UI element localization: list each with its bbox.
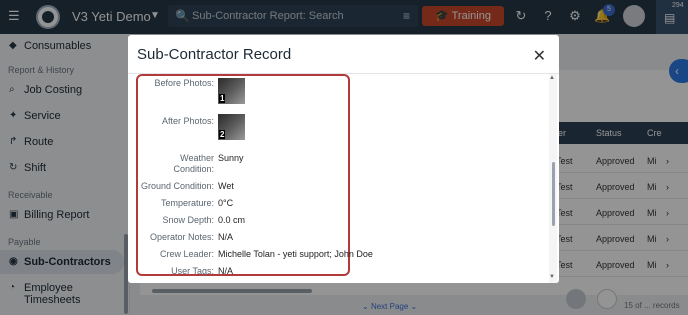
operator-notes-label: Operator Notes: bbox=[149, 232, 214, 242]
user-tags-label: User Tags: bbox=[171, 266, 214, 276]
before-photos-label: Before Photos: bbox=[154, 78, 214, 88]
scroll-up-icon[interactable]: ▲ bbox=[549, 75, 555, 81]
highlight-box: Before Photos: 1 After Photos: 2 Weather… bbox=[136, 74, 373, 276]
before-photo-thumbnail[interactable]: 1 bbox=[218, 78, 245, 104]
after-photo-thumbnail[interactable]: 2 bbox=[218, 114, 245, 140]
scroll-down-icon[interactable]: ▼ bbox=[549, 274, 555, 280]
ground-condition-label: Ground Condition: bbox=[140, 181, 214, 191]
photo-number: 1 bbox=[219, 94, 226, 103]
snow-depth-label: Snow Depth: bbox=[162, 215, 214, 225]
user-tags-value: N/A bbox=[218, 266, 234, 276]
crew-leader-value: Michelle Tolan - yeti support; John Doe bbox=[218, 249, 373, 259]
crew-leader-label: Crew Leader: bbox=[159, 249, 214, 259]
ground-condition-value: Wet bbox=[218, 181, 234, 191]
weather-condition-label: Weather Condition: bbox=[173, 153, 214, 174]
modal-title: Sub-Contractor Record bbox=[137, 46, 292, 63]
after-photos-label: After Photos: bbox=[161, 116, 214, 126]
photo-number: 2 bbox=[219, 130, 226, 139]
weather-condition-value: Sunny bbox=[218, 153, 244, 163]
close-icon[interactable]: ✕ bbox=[533, 46, 546, 66]
operator-notes-value: N/A bbox=[218, 232, 234, 242]
temperature-value: 0°C bbox=[218, 198, 234, 208]
modal-body: Before Photos: 1 After Photos: 2 Weather… bbox=[128, 74, 559, 283]
temperature-label: Temperature: bbox=[160, 198, 214, 208]
sub-contractor-record-modal: Sub-Contractor Record ✕ Before Photos: 1… bbox=[128, 35, 559, 283]
snow-depth-value: 0.0 cm bbox=[218, 215, 246, 225]
modal-scrollbar-thumb[interactable] bbox=[552, 162, 555, 226]
